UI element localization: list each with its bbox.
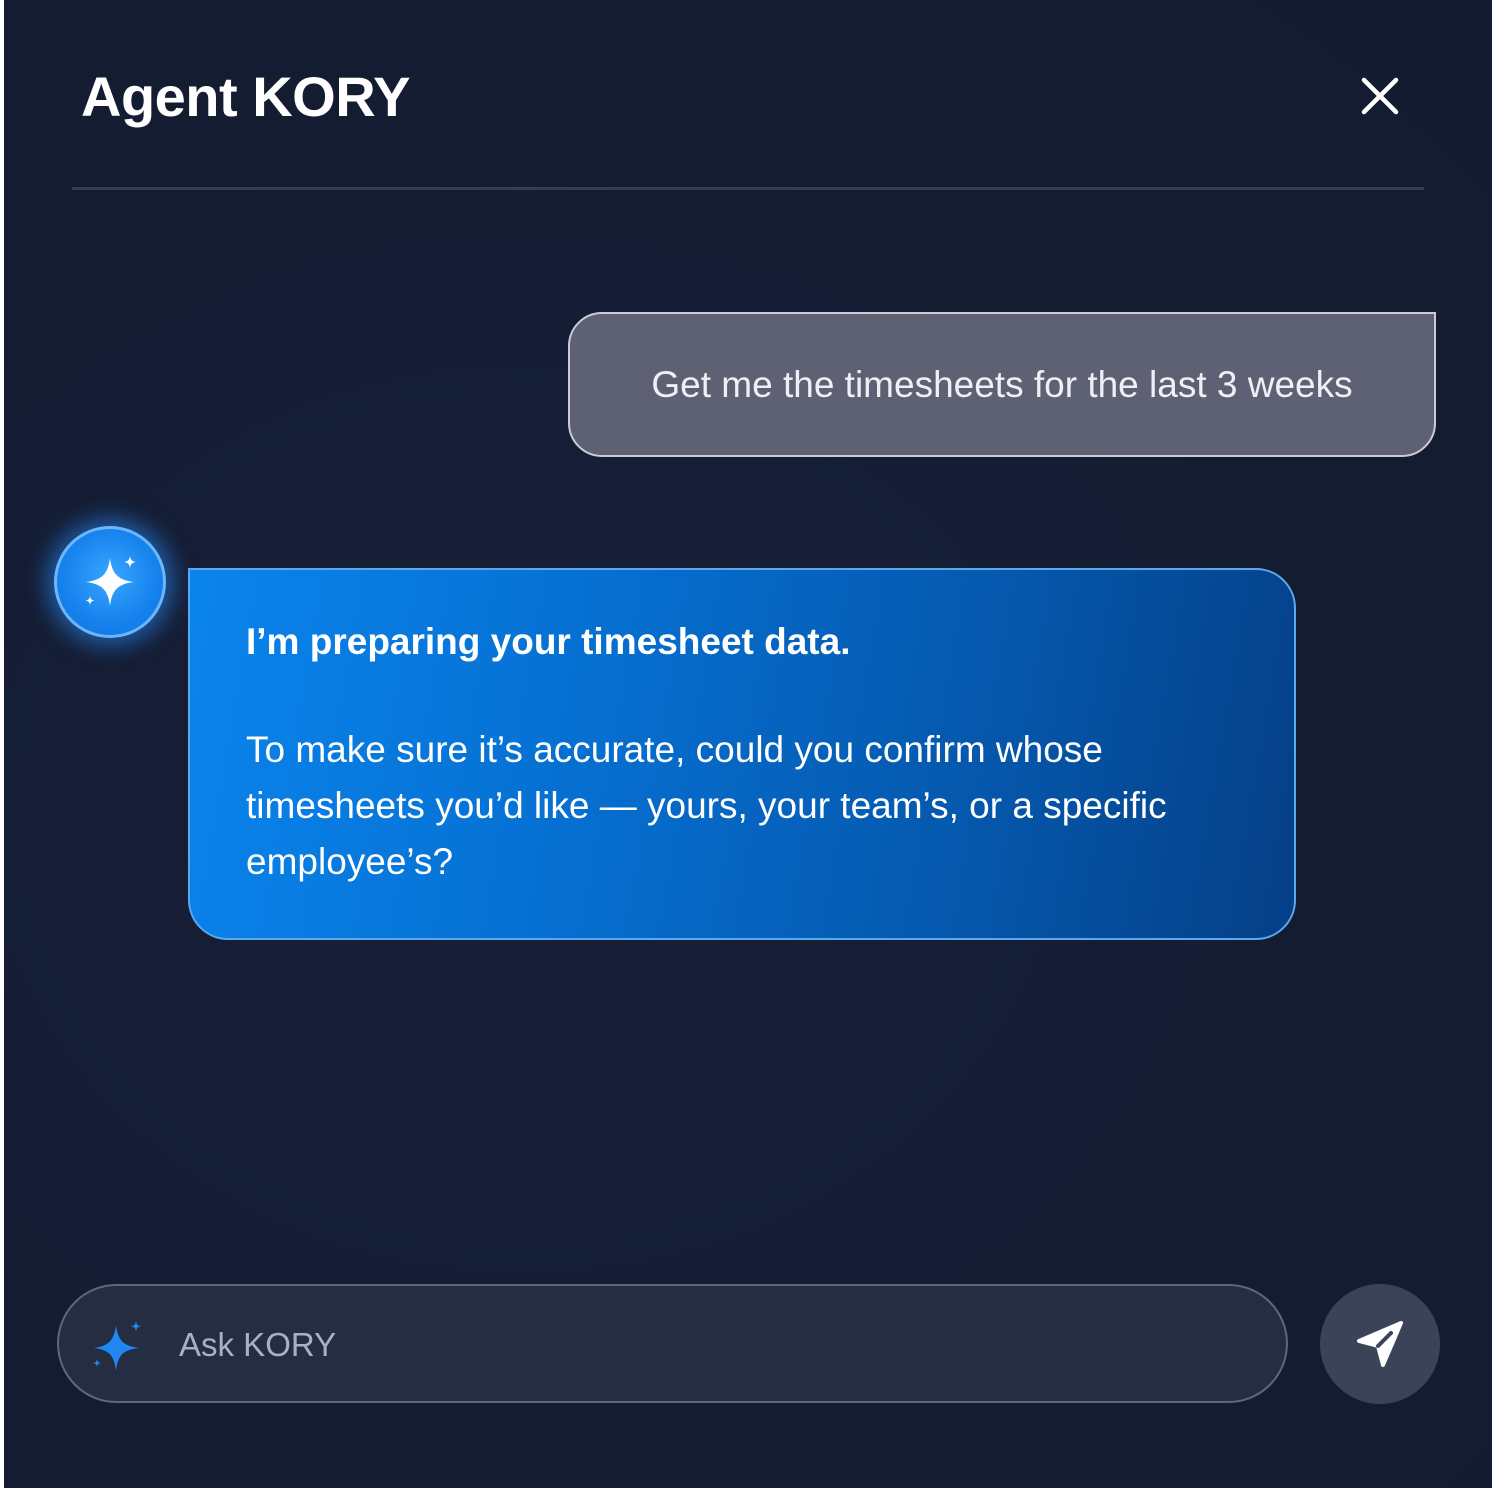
chat-panel: Agent KORY Get me the timesheets for the… [4, 0, 1492, 1488]
send-icon [1357, 1321, 1403, 1367]
ask-kory-input[interactable] [177, 1316, 1241, 1374]
panel-title: Agent KORY [81, 65, 410, 128]
agent-avatar [54, 526, 166, 638]
sparkle-icon [93, 1321, 141, 1371]
close-icon [1361, 77, 1399, 115]
agent-message-heading: I’m preparing your timesheet data. [246, 621, 851, 662]
send-button[interactable] [1320, 1284, 1440, 1404]
agent-message-body: To make sure it’s accurate, could you co… [246, 729, 1167, 882]
user-message-bubble: Get me the timesheets for the last 3 wee… [568, 312, 1436, 457]
header-divider [72, 187, 1424, 190]
agent-message-bubble: I’m preparing your timesheet data. To ma… [188, 568, 1296, 940]
chat-input-bar[interactable] [57, 1284, 1288, 1403]
user-message-text: Get me the timesheets for the last 3 wee… [651, 363, 1353, 405]
sparkle-icon [85, 556, 136, 606]
close-button[interactable] [1354, 70, 1406, 122]
